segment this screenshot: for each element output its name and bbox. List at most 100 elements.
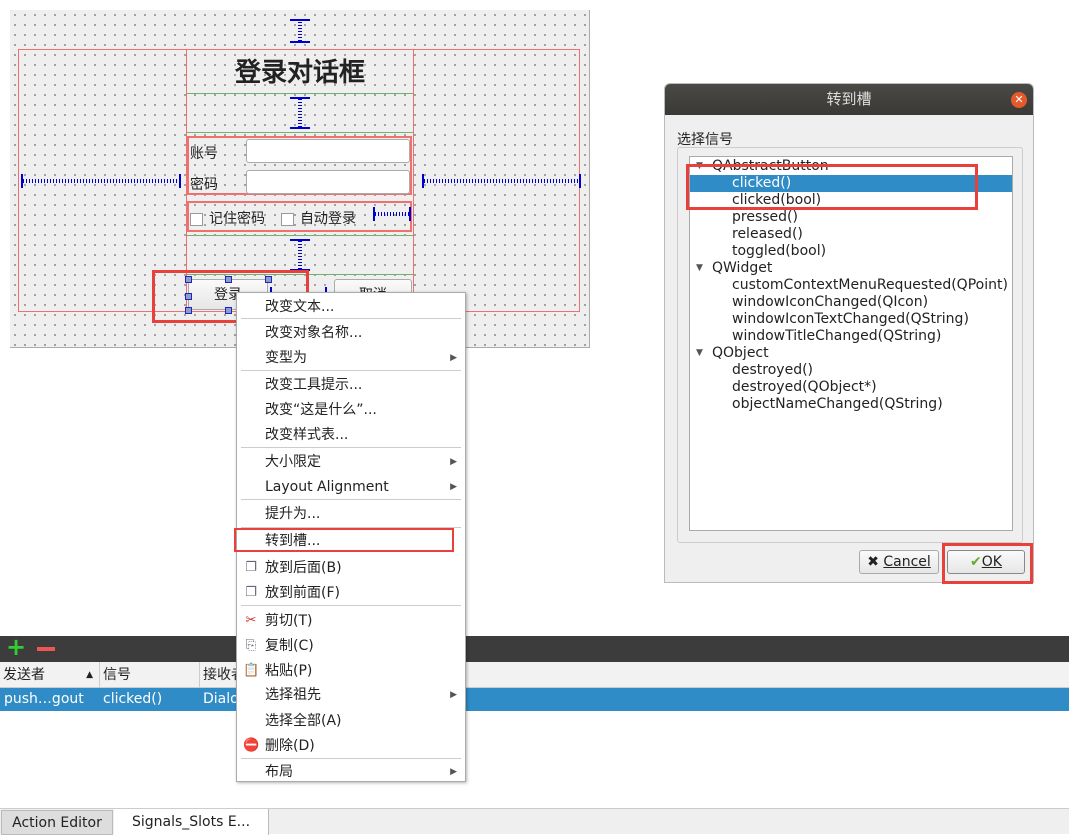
menu-item[interactable]: 删除(D) ⛔ xyxy=(243,735,457,757)
menu-item[interactable]: 改变工具提示... xyxy=(265,374,457,396)
menu-item[interactable]: 粘贴(P) 📋 xyxy=(243,660,457,682)
submenu-arrow-icon: ▶ xyxy=(450,482,457,492)
password-input[interactable] xyxy=(246,170,410,194)
menu-item[interactable]: Layout Alignment ▶ xyxy=(265,476,457,498)
signal-item[interactable]: windowTitleChanged(QString) xyxy=(690,328,1012,345)
tree-item-label: windowTitleChanged(QString) xyxy=(732,328,942,344)
menu-item[interactable]: 改变文本... xyxy=(265,296,457,318)
tree-item-label: destroyed() xyxy=(732,362,814,378)
menu-item[interactable]: 剪切(T) ✂ xyxy=(246,610,457,632)
column-signal[interactable]: 信号 xyxy=(100,662,200,688)
account-input[interactable] xyxy=(246,139,410,163)
expand-icon[interactable]: ▼ xyxy=(696,260,703,277)
tree-item-label: pressed() xyxy=(732,209,798,225)
menu-item[interactable]: 变型为 ▶ xyxy=(265,347,457,369)
class-group[interactable]: ▼ QWidget xyxy=(690,260,1012,277)
checkbox-box[interactable] xyxy=(190,212,203,226)
submenu-arrow-icon: ▶ xyxy=(450,353,457,363)
menu-item[interactable]: 选择全部(A) xyxy=(265,710,457,732)
menu-item[interactable]: 选择祖先 ▶ xyxy=(265,684,457,706)
menu-separator xyxy=(241,758,461,759)
menu-item[interactable]: 改变对象名称... xyxy=(265,322,457,344)
cancel-button[interactable]: ✖ Cancel xyxy=(859,550,939,574)
signal-tree[interactable]: ▼ QAbstractButton clicked() clicked(bool) pr… xyxy=(689,156,1013,531)
layout-divider xyxy=(187,132,413,133)
menu-item-label: Layout Alignment xyxy=(265,479,389,495)
menu-item-label: 提升为... xyxy=(265,506,321,522)
annotation-highlight xyxy=(234,528,454,552)
signal-item[interactable]: destroyed() xyxy=(690,362,1012,379)
scissors-icon: ✂ xyxy=(245,613,257,628)
signal-item[interactable]: toggled(bool) xyxy=(690,243,1012,260)
editor-toolbar: + xyxy=(0,633,1069,662)
tree-item-label: customContextMenuRequested(QPoint) xyxy=(732,277,1008,293)
vertical-spacer[interactable] xyxy=(290,239,310,271)
menu-item[interactable]: 大小限定 ▶ xyxy=(265,451,457,473)
vertical-spacer[interactable] xyxy=(290,97,310,129)
tree-item-label: windowIconTextChanged(QString) xyxy=(732,311,969,327)
signal-item[interactable]: pressed() xyxy=(690,209,1012,226)
table-header: 发送者 ▲ 信号 接收者 xyxy=(0,662,1069,688)
menu-item[interactable]: 提升为... xyxy=(265,503,457,525)
layout-divider xyxy=(187,93,413,94)
menu-item-label: 变型为 xyxy=(265,350,307,366)
menu-item-label: 选择全部(A) xyxy=(265,713,342,729)
submenu-arrow-icon: ▶ xyxy=(450,457,457,467)
class-group[interactable]: ▼ QObject xyxy=(690,345,1012,362)
menu-item[interactable]: 改变“这是什么”... xyxy=(265,399,457,421)
menu-item[interactable]: 复制(C) ⎘ xyxy=(246,635,457,657)
signal-item[interactable]: customContextMenuRequested(QPoint) xyxy=(690,277,1012,294)
submenu-arrow-icon: ▶ xyxy=(450,690,457,700)
layout-divider xyxy=(187,235,413,236)
close-icon[interactable]: ✕ xyxy=(1011,92,1027,108)
menu-item[interactable]: 布局 ▶ xyxy=(265,761,457,783)
menu-item-label: 改变样式表... xyxy=(265,427,349,443)
password-label: 密码 xyxy=(190,177,218,193)
menu-item-label: 改变对象名称... xyxy=(265,325,363,341)
top-vertical-spacer[interactable] xyxy=(290,19,310,43)
table-row[interactable]: push…gout clicked() Dialog xyxy=(0,688,1069,711)
signals-slots-editor: + 发送者 ▲ 信号 接收者 push…gout clicked() Dialog… xyxy=(0,633,1069,835)
menu-separator xyxy=(241,447,461,448)
expand-icon[interactable]: ▼ xyxy=(696,345,703,362)
menu-separator xyxy=(241,499,461,500)
group-label: 选择信号 xyxy=(677,132,733,148)
signal-item[interactable]: released() xyxy=(690,226,1012,243)
remove-icon[interactable] xyxy=(37,647,55,651)
bring-to-front-icon: ❐ xyxy=(245,585,257,600)
tree-item-label: destroyed(QObject*) xyxy=(732,379,877,395)
menu-separator xyxy=(241,370,461,371)
menu-item[interactable]: 放到后面(B) ❐ xyxy=(245,557,457,579)
right-horizontal-spacer[interactable] xyxy=(422,174,581,188)
signal-item[interactable]: windowIconTextChanged(QString) xyxy=(690,311,1012,328)
signal-item[interactable]: windowIconChanged(QIcon) xyxy=(690,294,1012,311)
menu-item[interactable]: 改变样式表... xyxy=(265,424,457,446)
add-icon[interactable]: + xyxy=(6,633,26,661)
tree-item-label: QObject xyxy=(712,345,769,361)
cancel-icon: ✖ xyxy=(867,554,879,570)
tab-action-editor[interactable]: Action Editor xyxy=(1,810,113,835)
signal-item[interactable]: destroyed(QObject*) xyxy=(690,379,1012,396)
column-sender[interactable]: 发送者 ▲ xyxy=(0,662,100,688)
tree-item-label: objectNameChanged(QString) xyxy=(732,396,943,412)
send-to-back-icon: ❐ xyxy=(245,560,257,575)
tab-signals-slots-editor[interactable]: Signals_Slots E... xyxy=(114,809,269,835)
menu-item-label: 剪切(T) xyxy=(265,613,313,629)
autologin-checkbox[interactable]: 自动登录 xyxy=(281,208,356,228)
checkbox-box[interactable] xyxy=(281,212,294,226)
dialog-title: 转到槽 xyxy=(826,90,872,108)
signal-item[interactable]: objectNameChanged(QString) xyxy=(690,396,1012,413)
dialog-titlebar[interactable]: 转到槽 xyxy=(665,84,1033,115)
menu-item-label: 布局 xyxy=(265,764,293,780)
signal-cell: clicked() xyxy=(103,691,163,707)
checkbox-spacer[interactable] xyxy=(373,207,411,221)
remember-checkbox[interactable]: 记住密码 xyxy=(190,208,265,228)
menu-item-label: 删除(D) xyxy=(265,738,315,754)
menu-separator xyxy=(241,318,461,319)
menu-item-label: 放到后面(B) xyxy=(265,560,342,576)
menu-item[interactable]: 放到前面(F) ❐ xyxy=(245,582,457,604)
sort-asc-icon: ▲ xyxy=(86,670,93,680)
column-label: 发送者 xyxy=(3,667,45,683)
menu-item-label: 选择祖先 xyxy=(265,687,321,703)
left-horizontal-spacer[interactable] xyxy=(21,174,181,188)
